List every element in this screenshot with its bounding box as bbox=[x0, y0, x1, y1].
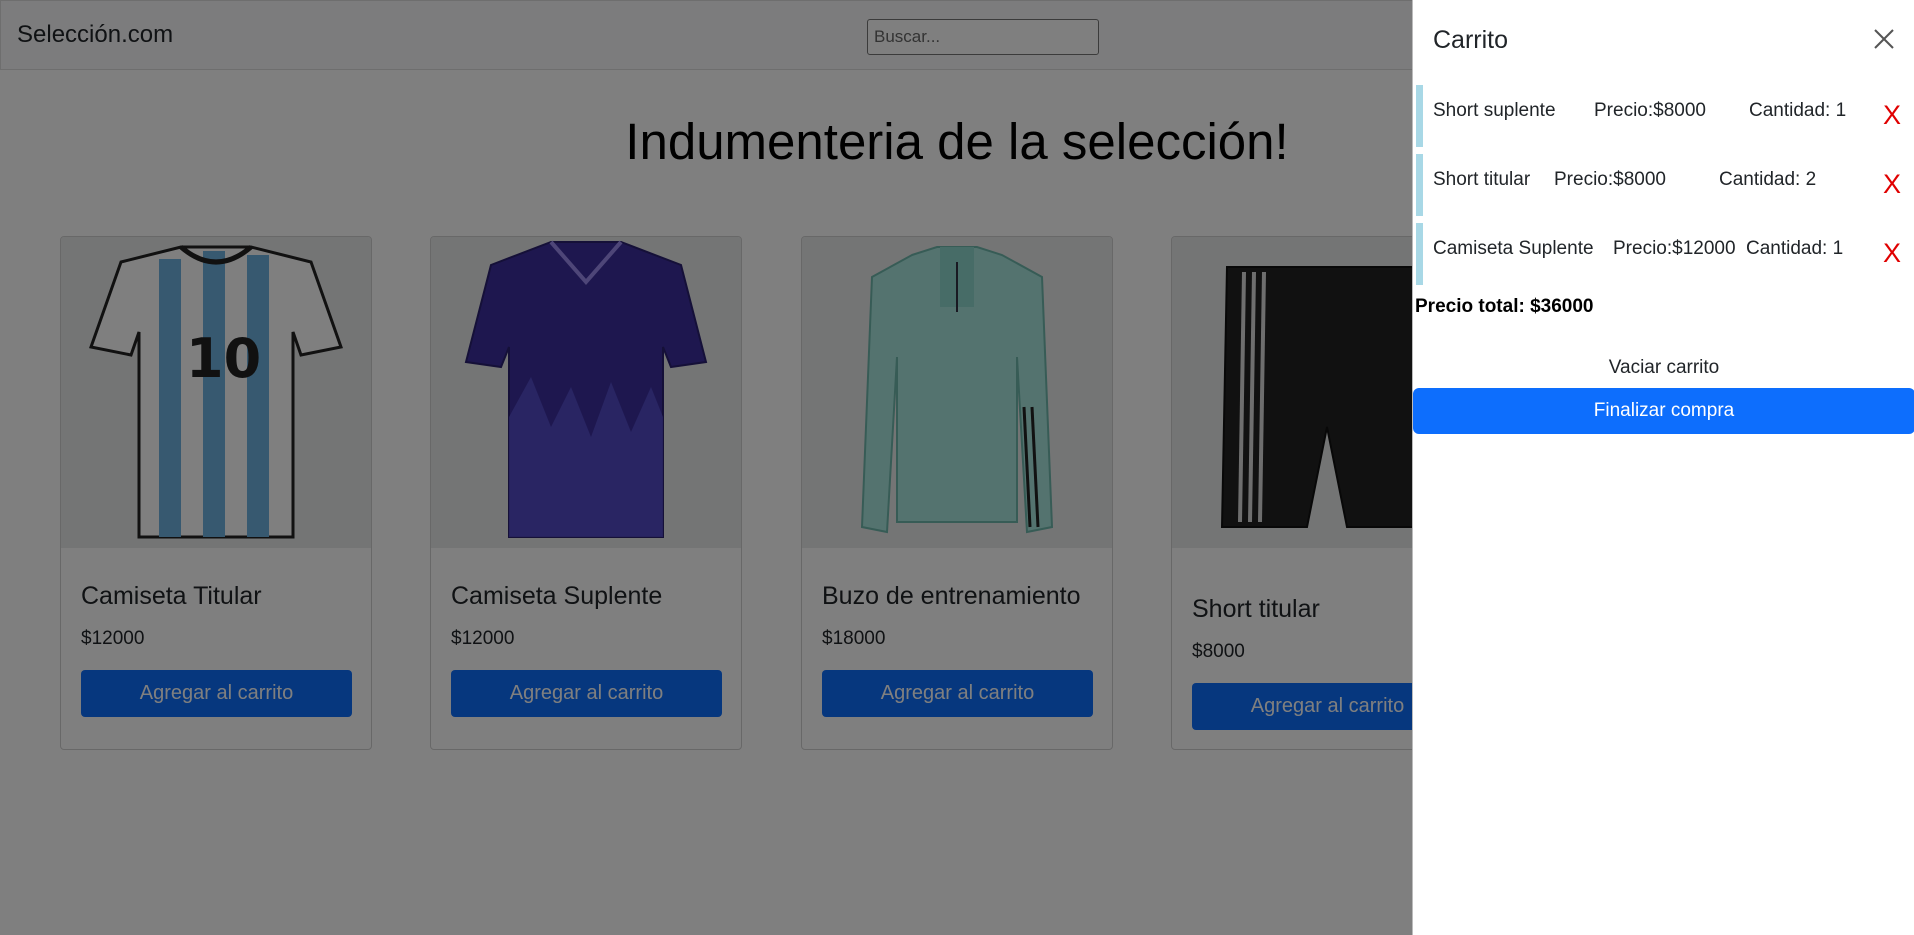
cart-item-price: Precio:$12000 bbox=[1613, 238, 1736, 259]
cart-item: Camiseta Suplente Precio:$12000 Cantidad… bbox=[1416, 223, 1914, 285]
cart-item-name: Short titular bbox=[1433, 169, 1531, 190]
cart-item-name: Short suplente bbox=[1433, 100, 1556, 121]
cart-item: Short titular Precio:$8000 Cantidad: 2 X bbox=[1416, 154, 1914, 216]
empty-cart-button[interactable]: Vaciar carrito bbox=[1413, 350, 1914, 386]
cart-item-name: Camiseta Suplente bbox=[1433, 238, 1594, 259]
cart-item-quantity: Cantidad: 1 bbox=[1749, 100, 1847, 121]
cart-item-price: Precio:$8000 bbox=[1594, 100, 1706, 121]
cart-item-price: Precio:$8000 bbox=[1554, 169, 1666, 190]
cart-item-quantity: Cantidad: 2 bbox=[1719, 169, 1817, 190]
remove-item-button[interactable]: X bbox=[1883, 100, 1901, 131]
cart-title: Carrito bbox=[1433, 26, 1509, 54]
cart-total: Precio total: $36000 bbox=[1415, 296, 1594, 317]
remove-item-button[interactable]: X bbox=[1883, 238, 1901, 269]
cart-item-quantity: Cantidad: 1 bbox=[1746, 238, 1844, 259]
close-icon[interactable] bbox=[1869, 24, 1899, 54]
remove-item-button[interactable]: X bbox=[1883, 169, 1901, 200]
checkout-button[interactable]: Finalizar compra bbox=[1413, 388, 1914, 434]
cart-offcanvas: Carrito Short suplente Precio:$8000 Cant… bbox=[1412, 0, 1914, 935]
cart-item: Short suplente Precio:$8000 Cantidad: 1 … bbox=[1416, 85, 1914, 147]
